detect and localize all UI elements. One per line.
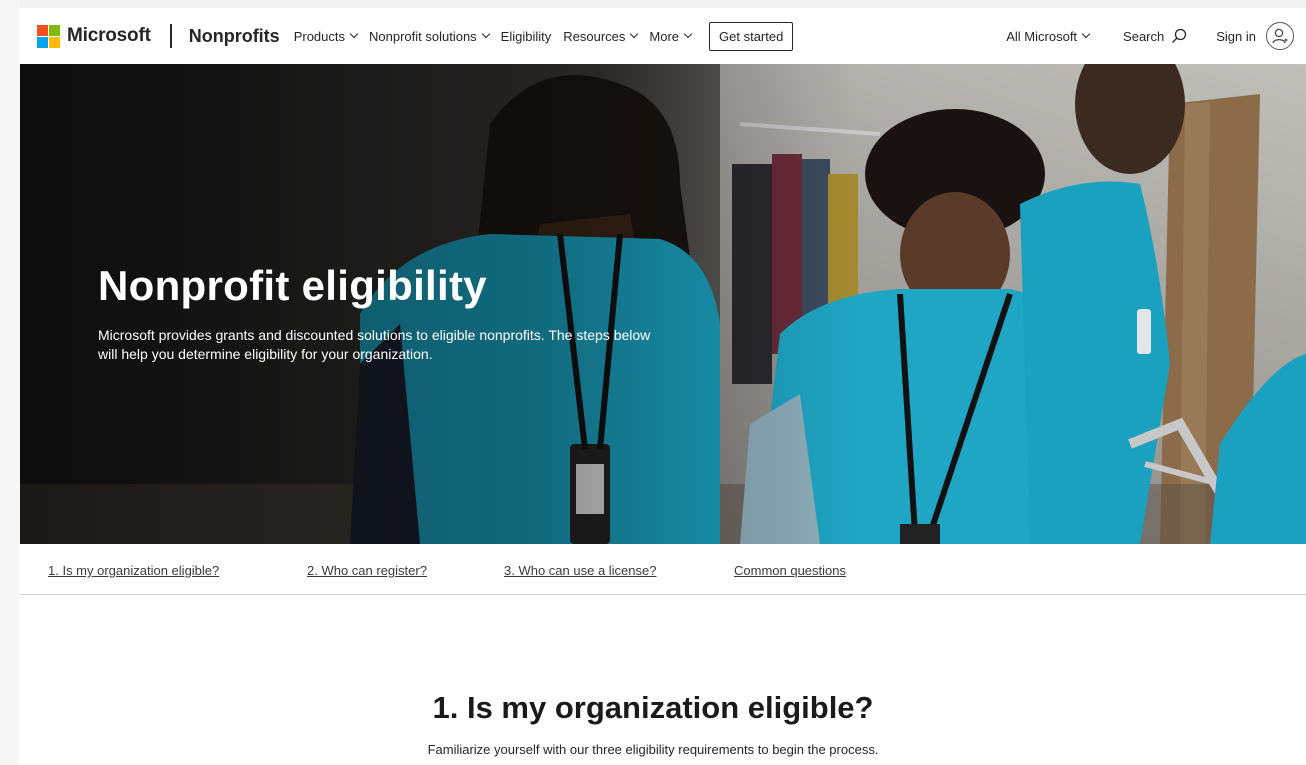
header-divider	[169, 24, 172, 48]
nav-products-label: Products	[293, 28, 345, 44]
nav-nonprofit-solutions-label: Nonprofit solutions	[369, 28, 477, 44]
nav-more-label: More	[649, 28, 680, 44]
primary-nav: Products Nonprofit solutions Eligibility…	[293, 21, 794, 51]
chevron-down-icon	[481, 29, 490, 39]
all-microsoft-menu[interactable]: All Microsoft	[1006, 28, 1091, 44]
nav-products[interactable]: Products	[293, 28, 359, 44]
sign-in-label: Sign in	[1216, 28, 1256, 44]
anchor-who-can-register[interactable]: 2. Who can register?	[307, 563, 427, 578]
header-utilities: All Microsoft Search Sign in	[1006, 8, 1306, 64]
nav-nonprofit-solutions[interactable]: Nonprofit solutions	[369, 28, 490, 44]
nav-more[interactable]: More	[649, 28, 693, 44]
search-button[interactable]: Search	[1123, 27, 1188, 45]
site-header: Microsoft Nonprofits Products Nonprofit …	[20, 8, 1306, 64]
account-icon	[1266, 22, 1294, 50]
chevron-down-icon	[349, 29, 359, 39]
window-edge-top	[0, 0, 1306, 8]
nonprofits-brand-link[interactable]: Nonprofits	[189, 26, 280, 47]
all-microsoft-label: All Microsoft	[1006, 28, 1078, 44]
sign-in-link[interactable]: Sign in	[1216, 22, 1306, 50]
hero-title: Nonprofit eligibility	[98, 262, 487, 309]
in-page-nav: 1. Is my organization eligible? 2. Who c…	[20, 544, 1306, 595]
get-started-button[interactable]: Get started	[709, 21, 794, 51]
search-icon	[1172, 28, 1187, 43]
anchor-is-organization-eligible[interactable]: 1. Is my organization eligible?	[48, 563, 219, 578]
chevron-down-icon	[1081, 29, 1091, 39]
section-title: 1. Is my organization eligible?	[432, 690, 874, 725]
microsoft-logo-link[interactable]: Microsoft	[37, 24, 151, 48]
search-label: Search	[1123, 28, 1165, 44]
anchor-who-can-use-license[interactable]: 3. Who can use a license?	[504, 563, 656, 578]
anchor-common-questions[interactable]: Common questions	[734, 563, 846, 578]
nav-resources[interactable]: Resources	[563, 28, 639, 44]
section-subtitle: Familiarize yourself with our three elig…	[427, 742, 879, 757]
nav-eligibility-label: Eligibility	[500, 28, 552, 44]
microsoft-logo-icon	[37, 24, 60, 48]
window-edge-left	[0, 0, 20, 765]
hero-subtitle: Microsoft provides grants and discounted…	[98, 327, 651, 362]
nav-resources-label: Resources	[563, 28, 626, 44]
chevron-down-icon	[630, 29, 639, 39]
hero-banner: Nonprofit eligibility Microsoft provides…	[20, 64, 1306, 544]
microsoft-wordmark: Microsoft	[67, 25, 151, 46]
chevron-down-icon	[683, 29, 693, 39]
nav-eligibility[interactable]: Eligibility	[501, 29, 552, 44]
